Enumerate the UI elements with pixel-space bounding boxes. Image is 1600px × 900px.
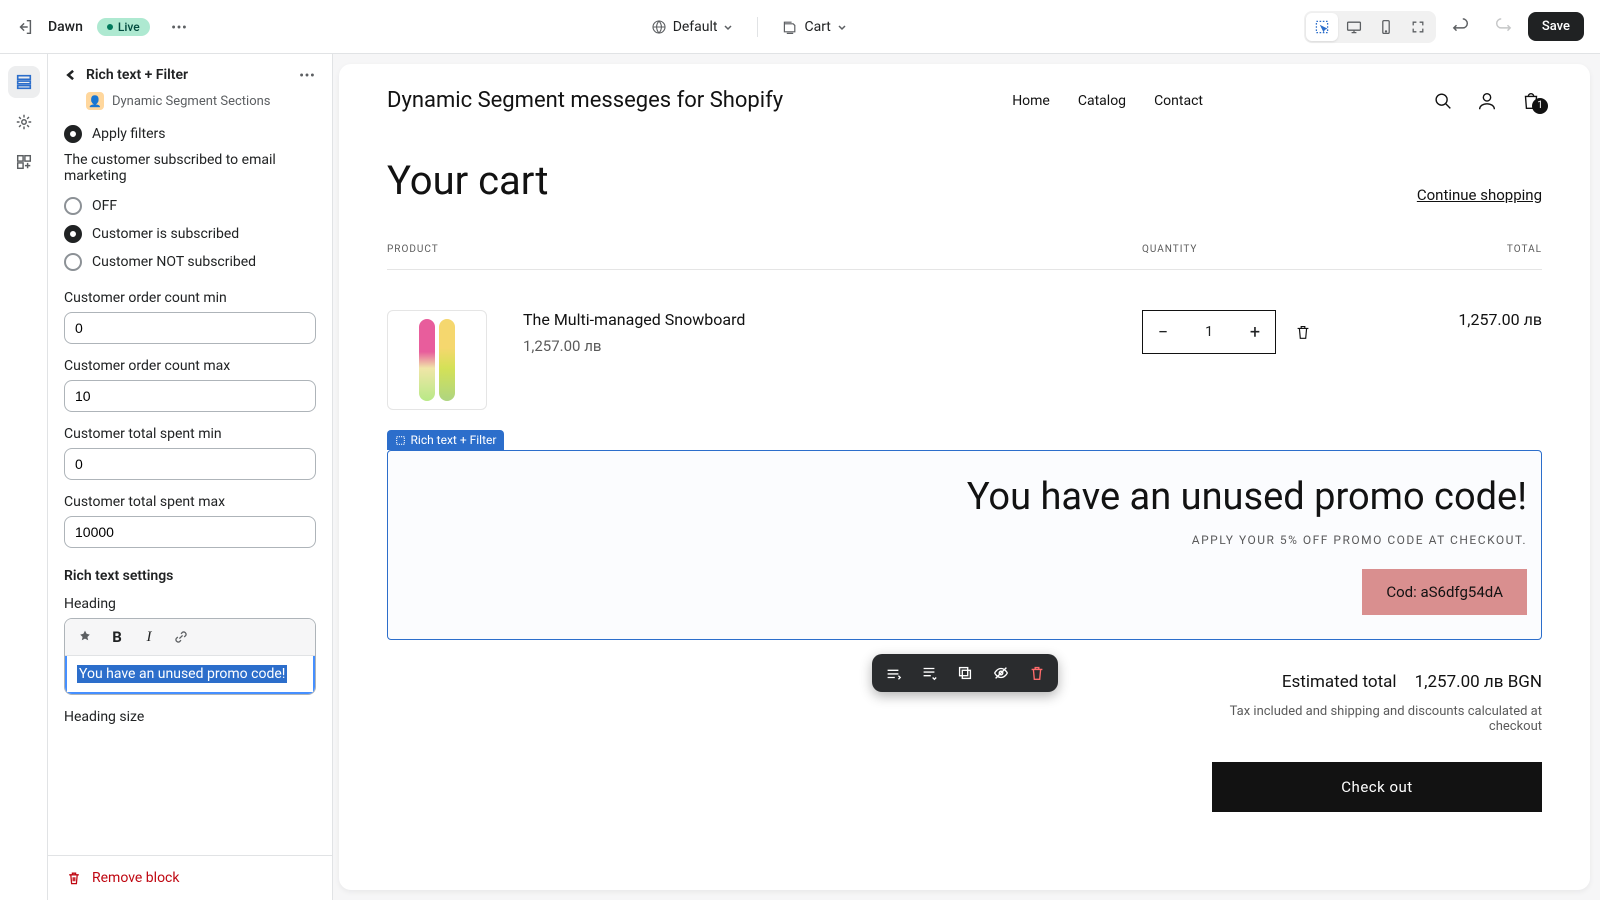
cart-icon[interactable]: 1 [1520, 90, 1542, 112]
rte-format-icon[interactable] [73, 625, 97, 649]
page-title: Your cart [387, 157, 548, 204]
sidebar-more-icon[interactable] [298, 66, 316, 84]
cart-item: The Multi-managed Snowboard 1,257.00 лв … [387, 270, 1542, 450]
search-icon[interactable] [1432, 90, 1454, 112]
line-total: 1,257.00 лв [1382, 310, 1542, 329]
theme-name: Dawn [48, 19, 83, 35]
promo-heading: You have an unused promo code! [412, 475, 1527, 519]
topbar: Dawn Live Default Cart [0, 0, 1600, 54]
sections-tab-icon[interactable] [8, 66, 40, 98]
chevron-left-icon [64, 68, 78, 82]
label-spent-max: Customer total spent max [64, 494, 316, 510]
page-selector[interactable]: Cart [774, 15, 854, 39]
store-title: Dynamic Segment messeges for Shopify [387, 88, 783, 113]
duplicate-icon[interactable] [954, 662, 976, 684]
label-heading: Heading [64, 596, 316, 612]
promo-code: Cod: aS6dfg54dA [1362, 569, 1527, 615]
qty-increase-button[interactable]: + [1235, 311, 1275, 353]
checkout-button[interactable]: Check out [1212, 762, 1542, 812]
promo-subtitle: APPLY YOUR 5% OFF PROMO CODE AT CHECKOUT… [412, 533, 1527, 547]
input-order-max[interactable] [64, 380, 316, 412]
rte-italic-icon[interactable]: I [137, 625, 161, 649]
locale-selector[interactable]: Default [643, 15, 742, 39]
estimated-total-value: 1,257.00 лв BGN [1415, 672, 1542, 692]
move-down-icon[interactable] [918, 662, 940, 684]
email-section-label: The customer subscribed to email marketi… [64, 152, 316, 184]
mobile-icon[interactable] [1370, 13, 1402, 41]
nav-home[interactable]: Home [1012, 93, 1050, 109]
label-heading-size: Heading size [64, 709, 316, 725]
settings-tab-icon[interactable] [8, 106, 40, 138]
input-order-min[interactable] [64, 312, 316, 344]
rte-heading-editor[interactable]: B I You have an unused promo code! [64, 618, 316, 695]
nav-contact[interactable]: Contact [1154, 93, 1203, 109]
more-icon[interactable] [164, 12, 194, 42]
left-rail [0, 54, 48, 900]
move-up-icon[interactable] [882, 662, 904, 684]
tax-note: Tax included and shipping and discounts … [1202, 704, 1542, 734]
radio-email-subscribed[interactable]: Customer is subscribed [64, 220, 316, 248]
block-toolbar [872, 654, 1058, 692]
undo-icon[interactable] [1444, 12, 1478, 42]
sidebar-subtitle: 👤 Dynamic Segment Sections [48, 92, 332, 120]
remove-block-button[interactable]: Remove block [48, 855, 332, 900]
preview-frame: Dynamic Segment messeges for Shopify Hom… [339, 64, 1590, 890]
rte-content-text[interactable]: You have an unused promo code! [77, 665, 287, 683]
qty-decrease-button[interactable]: − [1143, 311, 1183, 353]
trash-icon [66, 870, 82, 886]
block-tag: Rich text + Filter [387, 430, 505, 450]
hide-icon[interactable] [990, 662, 1012, 684]
estimated-total-label: Estimated total [1282, 672, 1397, 692]
radio-apply-filters[interactable]: Apply filters [64, 120, 316, 148]
app-icon: 👤 [86, 92, 104, 110]
cart-columns: PRODUCT QUANTITY TOTAL [387, 244, 1542, 270]
desktop-icon[interactable] [1338, 13, 1370, 41]
sidebar: Rich text + Filter 👤 Dynamic Segment Sec… [48, 54, 333, 900]
continue-shopping-link[interactable]: Continue shopping [1417, 186, 1542, 204]
viewport-group [1304, 11, 1436, 43]
product-image[interactable] [387, 310, 487, 410]
selected-block[interactable]: Rich text + Filter You have an unused pr… [387, 450, 1542, 640]
input-spent-max[interactable] [64, 516, 316, 548]
remove-item-icon[interactable] [1294, 323, 1312, 341]
label-order-max: Customer order count max [64, 358, 316, 374]
qty-value: 1 [1183, 311, 1235, 353]
delete-icon[interactable] [1026, 662, 1048, 684]
product-price: 1,257.00 лв [523, 337, 1142, 355]
account-icon[interactable] [1476, 90, 1498, 112]
rte-link-icon[interactable] [169, 625, 193, 649]
radio-email-off[interactable]: OFF [64, 192, 316, 220]
redo-icon[interactable] [1486, 12, 1520, 42]
nav-catalog[interactable]: Catalog [1078, 93, 1126, 109]
sidebar-title[interactable]: Rich text + Filter [64, 67, 188, 83]
apps-tab-icon[interactable] [8, 146, 40, 178]
input-spent-min[interactable] [64, 448, 316, 480]
exit-icon[interactable] [16, 18, 34, 36]
quantity-stepper: − 1 + [1142, 310, 1276, 354]
save-button[interactable]: Save [1528, 12, 1584, 41]
inspector-icon[interactable] [1306, 13, 1338, 41]
rte-bold-icon[interactable]: B [105, 625, 129, 649]
fullscreen-icon[interactable] [1402, 13, 1434, 41]
label-spent-min: Customer total spent min [64, 426, 316, 442]
status-badge: Live [97, 18, 150, 36]
rich-text-settings-heading: Rich text settings [64, 568, 316, 584]
label-order-min: Customer order count min [64, 290, 316, 306]
radio-email-not-subscribed[interactable]: Customer NOT subscribed [64, 248, 316, 276]
store-header: Dynamic Segment messeges for Shopify Hom… [339, 64, 1590, 137]
product-name[interactable]: The Multi-managed Snowboard [523, 310, 1142, 329]
